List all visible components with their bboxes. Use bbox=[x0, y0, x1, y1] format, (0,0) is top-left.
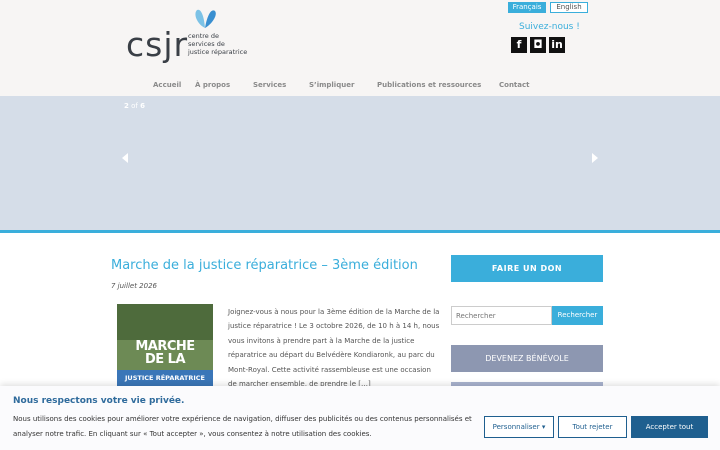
slider-next-arrow-icon[interactable] bbox=[592, 153, 598, 163]
nav-item-services[interactable]: Services bbox=[253, 81, 286, 89]
nav-item-a-propos[interactable]: À propos bbox=[195, 81, 230, 89]
logo-tagline: centre de services de justice réparatric… bbox=[188, 32, 278, 56]
donate-button[interactable]: FAIRE UN DON bbox=[451, 255, 603, 282]
linkedin-icon[interactable]: in bbox=[549, 37, 565, 53]
nav-item-s-impliquer[interactable]: S’impliquer bbox=[309, 81, 354, 89]
site-header: csjr centre de services de justice répar… bbox=[0, 0, 720, 96]
lang-english-button[interactable]: English bbox=[550, 2, 588, 13]
slide-counter: 2 of 6 bbox=[124, 102, 145, 110]
logo-tagline-line: centre de bbox=[188, 32, 219, 40]
thumbnail-trees bbox=[117, 304, 213, 340]
butterfly-logo-icon bbox=[195, 9, 216, 28]
volunteer-button[interactable]: DEVENEZ BÉNÉVOLE bbox=[451, 345, 603, 372]
logo-tagline-line: justice réparatrice bbox=[188, 48, 248, 56]
instagram-icon[interactable]: ◘ bbox=[530, 37, 546, 53]
cookie-banner: Nous respectons votre vie privée. Nous u… bbox=[0, 386, 720, 450]
nav-item-accueil[interactable]: Accueil bbox=[153, 81, 181, 89]
nav-item-publications[interactable]: Publications et ressources bbox=[377, 81, 481, 89]
thumbnail-headline: MARCHE DE LA bbox=[123, 340, 207, 366]
facebook-icon[interactable]: f bbox=[511, 37, 527, 53]
post-thumbnail[interactable]: MARCHE DE LA JUSTICE RÉPARATRICE bbox=[117, 304, 213, 386]
slide-current: 2 bbox=[124, 102, 129, 110]
post-excerpt: Joignez-vous à nous pour la 3ème édition… bbox=[228, 308, 440, 389]
cookie-text: Nous utilisons des cookies pour améliore… bbox=[13, 415, 472, 438]
follow-us-label: Suivez-nous ! bbox=[519, 22, 580, 32]
accept-all-button[interactable]: Accepter tout bbox=[631, 416, 708, 438]
cookie-title: Nous respectons votre vie privée. bbox=[13, 396, 185, 406]
search-input[interactable] bbox=[451, 306, 552, 325]
logo-wordmark: csjr bbox=[126, 25, 189, 64]
nav-item-contact[interactable]: Contact bbox=[499, 81, 530, 89]
lang-french-button[interactable]: Français bbox=[508, 2, 546, 13]
main-nav: Accueil À propos Services S’impliquer Pu… bbox=[0, 81, 720, 93]
reject-all-button[interactable]: Tout rejeter bbox=[558, 416, 627, 438]
customize-button[interactable]: Personnaliser ▾ bbox=[484, 416, 554, 438]
post-date: 7 juillet 2026 bbox=[111, 282, 157, 290]
thumbnail-line: DE LA bbox=[144, 352, 186, 367]
post-title-link[interactable]: Marche de la justice réparatrice – 3ème … bbox=[111, 258, 418, 273]
slider-prev-arrow-icon[interactable] bbox=[122, 153, 128, 163]
slide-total: 6 bbox=[140, 102, 145, 110]
logo-tagline-line: services de bbox=[188, 40, 225, 48]
slide-of-label: of bbox=[131, 102, 138, 110]
thumbnail-subline: JUSTICE RÉPARATRICE bbox=[125, 374, 205, 382]
search-button[interactable]: Rechercher bbox=[552, 306, 603, 325]
site-logo[interactable]: csjr centre de services de justice répar… bbox=[126, 8, 266, 68]
hero-slider[interactable]: 2 of 6 bbox=[0, 96, 720, 233]
